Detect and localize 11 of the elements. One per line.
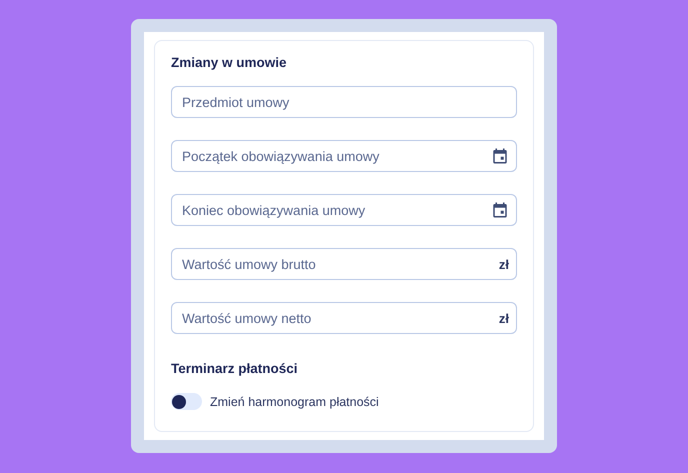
input-field[interactable]: Koniec obowiązywania umowy — [171, 194, 517, 226]
section-title: Terminarz płatności — [171, 360, 299, 378]
toggle-switch[interactable] — [171, 393, 202, 410]
input-field[interactable]: Początek obowiązywania umowy — [171, 140, 517, 172]
calendar-icon — [491, 147, 509, 166]
currency-suffix: zł — [498, 256, 509, 274]
section-title: Zmiany w umowie — [171, 54, 288, 72]
input-field[interactable]: Przedmiot umowy — [171, 86, 517, 118]
calendar-icon — [491, 201, 509, 220]
toggle-label: Zmień harmonogram płatności — [210, 394, 379, 411]
currency-suffix: zł — [498, 310, 509, 328]
